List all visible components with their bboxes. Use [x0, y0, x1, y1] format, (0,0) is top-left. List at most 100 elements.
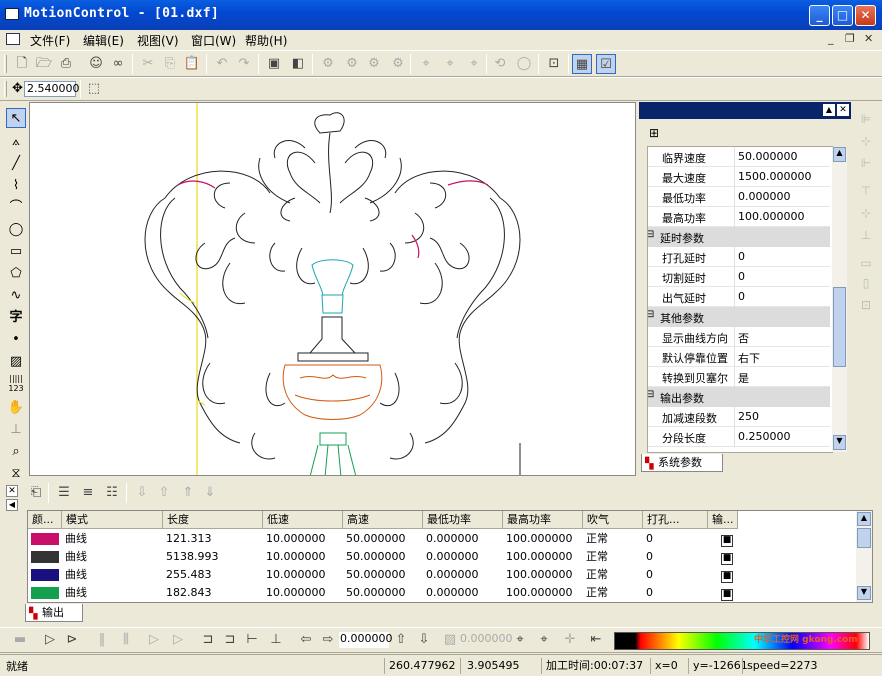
color-cell[interactable] [28, 566, 62, 584]
undo-icon[interactable]: ↶ [212, 54, 232, 74]
menu-window[interactable]: 窗口(W) [191, 32, 236, 49]
axes-icon[interactable]: ⊥ [266, 630, 286, 650]
laser-off-icon[interactable]: ⌖ [534, 630, 554, 650]
checklist-icon[interactable]: ☑ [596, 54, 616, 74]
line-icon[interactable]: ╱ [6, 154, 26, 174]
property-row[interactable]: 默认停靠位置 右下 [648, 347, 830, 367]
polyline-icon[interactable]: ⌇ [6, 176, 26, 196]
jog-down-icon[interactable]: ⇩ [414, 630, 434, 650]
table-row[interactable]: 曲线 121.313 10.000000 50.000000 0.000000 100.0… [28, 530, 856, 548]
hand-icon[interactable]: ✋ [6, 398, 26, 418]
property-value[interactable]: 0.250000 [738, 430, 791, 443]
property-value[interactable]: 0.000000 [738, 190, 791, 203]
output-cell[interactable]: ■ [708, 548, 738, 566]
color-swatch[interactable] [31, 569, 59, 581]
mdi-minimize-button[interactable]: _ [828, 32, 834, 45]
scroll-up-icon[interactable]: ▲ [833, 147, 846, 162]
grid-toggle-icon[interactable]: ▦ [572, 54, 592, 74]
frame2-icon[interactable]: ▷ [168, 630, 188, 650]
menu-help[interactable]: 帮助(H) [245, 32, 287, 49]
color-swatch[interactable] [31, 533, 59, 545]
rotate-icon[interactable]: ◯ [514, 54, 534, 74]
align-bottom-icon[interactable]: ⊥ [858, 228, 874, 246]
move-top-icon[interactable]: ⇑ [178, 483, 198, 503]
tab-output[interactable]: ▚ 输出 [25, 604, 83, 622]
menu-edit[interactable]: 编辑(E) [83, 32, 124, 49]
column-header[interactable]: 颜... [28, 511, 62, 529]
jog-up-icon[interactable]: ⇧ [391, 630, 411, 650]
copy-icon[interactable]: ⎘ [160, 54, 180, 74]
collapse-icon[interactable]: ⊟ [648, 309, 654, 320]
jog-distance-input[interactable]: 0.000000 [339, 632, 393, 648]
output-checkbox[interactable]: ■ [721, 571, 733, 583]
close-button[interactable]: ✕ [855, 5, 876, 26]
pointer-icon[interactable]: ↖ [6, 108, 26, 128]
weld-icon[interactable]: ⚙ [318, 54, 338, 74]
select-point-icon[interactable]: ⬚ [84, 79, 104, 99]
column-header[interactable]: 吹气 [583, 511, 643, 529]
smooth-icon[interactable]: ⚙ [342, 54, 362, 74]
pointer-test-icon[interactable]: ⇤ [586, 630, 606, 650]
output-cell[interactable]: ■ [708, 566, 738, 584]
align-left-icon[interactable]: ⊫ [858, 112, 874, 130]
polygon-icon[interactable]: ⬠ [6, 264, 26, 284]
property-value[interactable]: 否 [738, 330, 749, 346]
panel-close-button[interactable]: ✕ [837, 104, 849, 116]
menu-view[interactable]: 视图(V) [137, 32, 179, 49]
property-value[interactable]: 0 [738, 270, 745, 283]
device-icon[interactable]: ▬ [10, 630, 30, 650]
property-category[interactable]: ⊟ 其他参数 [648, 307, 830, 327]
node-icon[interactable]: ⌖ [416, 54, 436, 74]
arc-icon[interactable]: ⌒ [6, 198, 26, 218]
property-row[interactable]: 显示曲线方向否 [648, 327, 830, 347]
output-cell[interactable]: ■ [708, 530, 738, 548]
cut-icon[interactable]: ✂ [138, 54, 158, 74]
align-top-icon[interactable]: ⊤ [858, 184, 874, 202]
list-icon[interactable]: ≡ [78, 483, 98, 503]
color-swatch[interactable] [31, 551, 59, 563]
pause-icon[interactable]: ‖ [92, 630, 112, 650]
home-axes-icon[interactable]: ⊢ [242, 630, 262, 650]
property-category[interactable]: ⊟ 延时参数 [648, 227, 830, 247]
property-value[interactable]: 1500.000000 [738, 170, 811, 183]
drawing-canvas[interactable] [29, 102, 636, 476]
crosshair-icon[interactable]: ✛ [560, 630, 580, 650]
image-output-icon[interactable]: ▨ [440, 630, 460, 650]
layer-icon[interactable]: ⎗ [26, 483, 46, 503]
open-icon[interactable]: 🗁 [34, 54, 54, 74]
column-header[interactable]: 长度 [163, 511, 263, 529]
redo-icon[interactable]: ↷ [234, 54, 254, 74]
property-row[interactable]: 加减速段数 250 [648, 407, 830, 427]
property-row[interactable]: 分段长度 0.250000 [648, 427, 830, 447]
same-size-icon[interactable]: ⊡ [858, 298, 874, 316]
paste-icon[interactable]: 📋 [182, 54, 202, 74]
property-category[interactable]: ⊟ 输出参数 [648, 387, 830, 407]
output-close-button[interactable]: ✕ [6, 485, 18, 497]
rectangle-icon[interactable]: ▭ [6, 242, 26, 262]
table-scroll-down-icon[interactable]: ▼ [857, 586, 871, 600]
align-middle-icon[interactable]: ⊹ [858, 206, 874, 224]
property-row[interactable]: 打孔延时 0 [648, 247, 830, 267]
align-right-icon[interactable]: ⊩ [858, 156, 874, 174]
frame-icon[interactable]: ▷ [144, 630, 164, 650]
import-icon[interactable]: ⎙ [56, 54, 76, 74]
column-header[interactable]: 低速 [263, 511, 343, 529]
move-up-icon[interactable]: ⇧ [154, 483, 174, 503]
property-row[interactable]: 转换到贝塞尔是 [648, 367, 830, 387]
column-header[interactable]: 最低功率 [423, 511, 503, 529]
close-curve-icon[interactable]: ⚙ [364, 54, 384, 74]
group-icon[interactable]: ▣ [264, 54, 284, 74]
column-header[interactable]: 输... [708, 511, 738, 529]
column-header[interactable]: 高速 [343, 511, 423, 529]
dot-icon[interactable]: • [6, 330, 26, 350]
collapse-icon[interactable]: ⊟ [648, 229, 654, 240]
jog-left-icon[interactable]: ⇦ [296, 630, 316, 650]
color-cell[interactable] [28, 548, 62, 566]
move-down-icon[interactable]: ⇓ [200, 483, 220, 503]
output-checkbox[interactable]: ■ [721, 535, 733, 547]
start-icon[interactable]: ▷ [40, 630, 60, 650]
same-height-icon[interactable]: ▯ [858, 276, 874, 294]
output-cell[interactable]: ■ [708, 584, 738, 602]
search-icon[interactable]: ∞ [108, 54, 128, 74]
table-scrollbar[interactable]: ▲ ▼ [856, 511, 872, 602]
